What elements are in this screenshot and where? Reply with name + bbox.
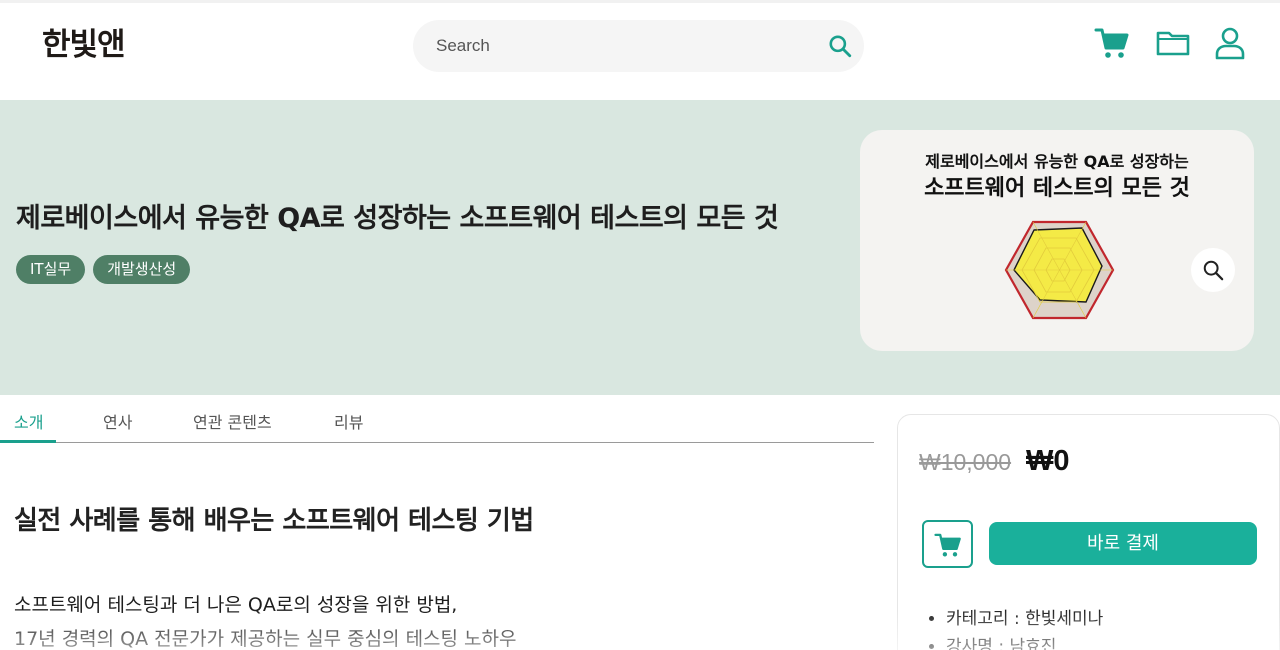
tab-related-content[interactable]: 연관 콘텐츠 (193, 409, 272, 433)
tag-productivity[interactable]: 개발생산성 (93, 255, 191, 284)
site-logo[interactable]: 한빛앤 (42, 19, 126, 64)
radar-chart-graphic (1004, 220, 1115, 320)
purchase-card: ₩10,000 ₩0 바로 결제 카테고리 : 한빛세미나 강사명 : 남효진 (897, 414, 1280, 650)
original-price: ₩10,000 (919, 449, 1012, 475)
info-instructor: 강사명 : 남효진 (946, 633, 1103, 650)
thumbnail-title-line1: 제로베이스에서 유능한 QA로 성장하는 (925, 152, 1189, 171)
cart-icon (934, 533, 961, 557)
course-info-list: 카테고리 : 한빛세미나 강사명 : 남효진 (946, 605, 1103, 650)
search-icon[interactable] (827, 33, 853, 59)
page-title: 제로베이스에서 유능한 QA로 성장하는 소프트웨어 테스트의 모든 것 (16, 203, 779, 234)
site-header: 한빛앤 (0, 0, 1280, 100)
section-title: 실전 사례를 통해 배우는 소프트웨어 테스팅 기법 (14, 506, 534, 536)
add-to-cart-button[interactable] (922, 520, 973, 568)
buy-now-button[interactable]: 바로 결제 (989, 522, 1257, 565)
search-icon (1203, 260, 1224, 281)
content-tabs: 소개 연사 연관 콘텐츠 리뷰 (0, 396, 874, 443)
tab-intro[interactable]: 소개 (14, 409, 43, 433)
active-tab-indicator (0, 440, 56, 443)
tab-speaker[interactable]: 연사 (103, 409, 132, 433)
user-icon[interactable] (1212, 25, 1248, 61)
intro-description: 소프트웨어 테스팅과 더 나은 QA로의 성장을 위한 방법, 17년 경력의 … (14, 588, 517, 650)
intro-line-2: 17년 경력의 QA 전문가가 제공하는 실무 중심의 테스팅 노하우 (14, 628, 517, 650)
intro-line-1: 소프트웨어 테스팅과 더 나은 QA로의 성장을 위한 방법, (14, 594, 458, 616)
cart-icon[interactable] (1094, 25, 1130, 61)
thumbnail-image[interactable]: 제로베이스에서 유능한 QA로 성장하는 소프트웨어 테스트의 모든 것 (860, 130, 1254, 351)
tag-list: IT실무 개발생산성 (16, 255, 191, 284)
sale-price: ₩0 (1026, 445, 1070, 477)
tab-reviews[interactable]: 리뷰 (334, 409, 363, 433)
info-category: 카테고리 : 한빛세미나 (946, 605, 1103, 633)
search-input[interactable] (436, 32, 816, 60)
folder-icon[interactable] (1155, 25, 1191, 61)
search-bar[interactable] (413, 20, 864, 72)
zoom-button[interactable] (1191, 248, 1235, 292)
thumbnail-title-line2: 소프트웨어 테스트의 모든 것 (924, 176, 1190, 201)
tag-it[interactable]: IT실무 (16, 255, 86, 284)
hero-banner: 제로베이스에서 유능한 QA로 성장하는 소프트웨어 테스트의 모든 것 IT실… (0, 100, 1280, 395)
